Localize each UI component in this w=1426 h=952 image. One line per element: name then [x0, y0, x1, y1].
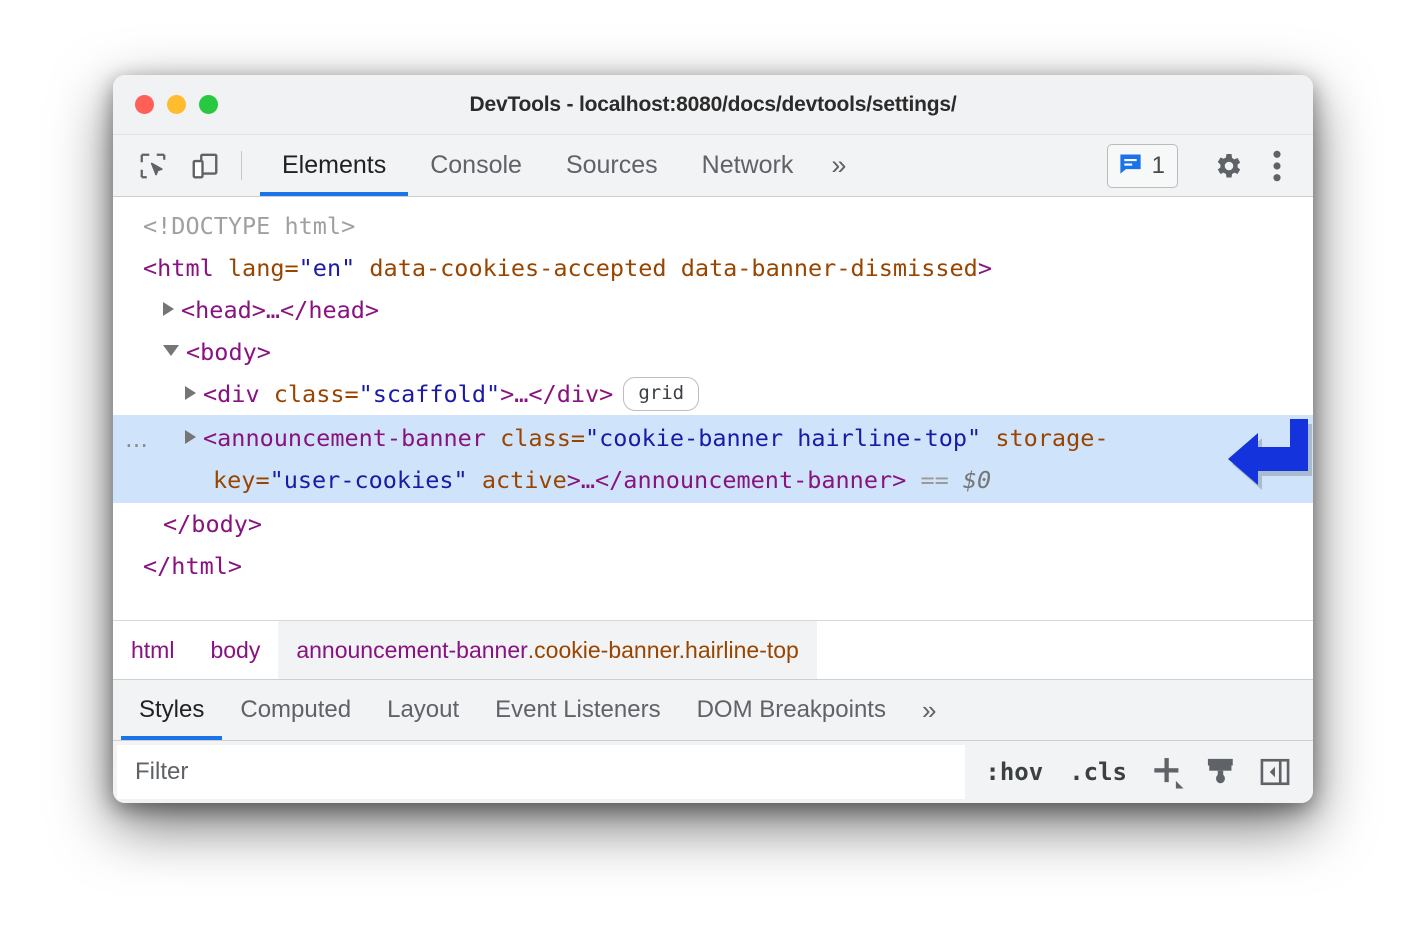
dom-line-body-close[interactable]: </body>	[113, 503, 1313, 545]
chevron-down-icon	[1176, 781, 1184, 789]
breadcrumb-item-announcement-banner-tag: announcement-banner	[296, 637, 527, 664]
dom-line-selected-announcement-banner[interactable]: … <announcement-banner class="cookie-bann…	[113, 415, 1313, 503]
head-line-text: <head>…</head>	[181, 296, 379, 324]
console-issues-count: 1	[1152, 152, 1165, 180]
html-close-text: </html>	[143, 552, 242, 580]
breadcrumb-item-announcement-banner[interactable]: announcement-banner.cookie-banner.hairli…	[278, 621, 817, 679]
expand-triangle-icon[interactable]	[185, 430, 196, 444]
selected-class-attr: class=	[500, 424, 585, 452]
more-tabs-button[interactable]: »	[815, 135, 862, 196]
breadcrumb-item-announcement-banner-classes: .cookie-banner.hairline-top	[528, 637, 799, 664]
selected-dollar-zero: $0	[963, 466, 991, 494]
dom-tree-panel[interactable]: <!DOCTYPE html> <html lang="en" data-coo…	[113, 197, 1313, 620]
tab-console[interactable]: Console	[408, 135, 544, 196]
window-titlebar: DevTools - localhost:8080/docs/devtools/…	[113, 75, 1313, 135]
inspect-element-icon[interactable]	[127, 135, 179, 196]
toggle-element-state-button[interactable]: :hov	[975, 758, 1053, 786]
minimize-window-button[interactable]	[167, 95, 186, 114]
panel-tabs: Elements Console Sources Network »	[260, 135, 862, 196]
expand-triangle-icon[interactable]	[185, 386, 196, 400]
tab-computed[interactable]: Computed	[222, 680, 369, 740]
tab-elements-label: Elements	[282, 151, 386, 180]
selected-close-tag: >…</announcement-banner>	[567, 466, 907, 494]
breadcrumb-item-body-label: body	[210, 637, 260, 664]
html-tag-name: html	[157, 254, 214, 282]
html-lang-attr: lang	[228, 254, 285, 282]
devtools-main-toolbar: Elements Console Sources Network » 1	[113, 135, 1313, 197]
gear-icon[interactable]	[1203, 150, 1255, 182]
selected-class-value: "cookie-banner hairline-top"	[585, 424, 981, 452]
selected-storage-attr-part2: key=	[213, 466, 270, 494]
maximize-window-button[interactable]	[199, 95, 218, 114]
tab-event-listeners-label: Event Listeners	[495, 696, 660, 724]
expand-triangle-icon[interactable]	[163, 302, 174, 316]
tab-computed-label: Computed	[240, 696, 351, 724]
device-toolbar-icon[interactable]	[179, 135, 231, 196]
dom-line-html-close[interactable]: </html>	[113, 545, 1313, 587]
toggle-class-editor-button[interactable]: .cls	[1059, 758, 1137, 786]
window-title: DevTools - localhost:8080/docs/devtools/…	[113, 93, 1313, 117]
selected-storage-attr-part1: storage-	[995, 424, 1108, 452]
tab-dom-breakpoints-label: DOM Breakpoints	[697, 696, 886, 724]
tab-network[interactable]: Network	[680, 135, 816, 196]
breadcrumb-item-body[interactable]: body	[192, 621, 278, 679]
div-tag-rest: >…</div>	[500, 380, 613, 408]
paintbrush-icon[interactable]	[1197, 748, 1245, 796]
breadcrumb-item-html[interactable]: html	[113, 621, 192, 679]
selected-equals: ==	[920, 466, 948, 494]
dom-line-head[interactable]: <head>…</head>	[113, 289, 1313, 331]
node-more-options-icon[interactable]: …	[125, 419, 150, 461]
close-window-button[interactable]	[135, 95, 154, 114]
tab-console-label: Console	[430, 151, 522, 180]
tab-elements[interactable]: Elements	[260, 135, 408, 196]
styles-filter-bar: :hov .cls	[113, 741, 1313, 803]
chevron-double-right-icon: »	[831, 150, 846, 181]
selected-active-attr: active	[482, 466, 567, 494]
tab-styles[interactable]: Styles	[121, 680, 222, 740]
html-attr-cookies: data-cookies-accepted	[369, 254, 666, 282]
body-close-text: </body>	[163, 510, 262, 538]
div-class-attr: class=	[274, 380, 359, 408]
console-message-icon	[1117, 150, 1144, 182]
toolbar-divider	[241, 151, 242, 180]
traffic-lights	[135, 95, 218, 114]
dom-line-body-open[interactable]: <body>	[113, 331, 1313, 373]
div-tag-open: <div	[203, 380, 274, 408]
filter-bar-actions: :hov .cls	[965, 741, 1313, 803]
breadcrumb: html body announcement-banner.cookie-ban…	[113, 620, 1313, 679]
collapse-triangle-icon[interactable]	[163, 345, 179, 356]
dom-line-scaffold-div[interactable]: <div class="scaffold">…</div> grid	[113, 373, 1313, 415]
plus-icon[interactable]	[1143, 748, 1191, 796]
tab-dom-breakpoints[interactable]: DOM Breakpoints	[679, 680, 904, 740]
devtools-window: DevTools - localhost:8080/docs/devtools/…	[113, 75, 1313, 803]
selected-open-tag: <announcement-banner	[203, 424, 486, 452]
html-lang-value: "en"	[299, 254, 356, 282]
doctype-text: <!DOCTYPE html>	[143, 212, 355, 240]
toggle-sidebar-icon[interactable]	[1251, 748, 1299, 796]
body-open-text: <body>	[186, 338, 271, 366]
dom-line-html-open[interactable]: <html lang="en" data-cookies-accepted da…	[113, 247, 1313, 289]
tab-sources-label: Sources	[566, 151, 658, 180]
console-issues-button[interactable]: 1	[1107, 144, 1178, 188]
tab-sources[interactable]: Sources	[544, 135, 680, 196]
html-attr-banner: data-banner-dismissed	[681, 254, 978, 282]
tab-network-label: Network	[702, 151, 794, 180]
grid-badge[interactable]: grid	[623, 377, 699, 411]
chevron-double-right-icon: »	[922, 695, 936, 726]
tab-styles-label: Styles	[139, 696, 204, 724]
tab-layout[interactable]: Layout	[369, 680, 477, 740]
more-pane-tabs-button[interactable]: »	[904, 680, 954, 740]
kebab-menu-icon[interactable]	[1255, 150, 1299, 182]
breadcrumb-item-html-label: html	[131, 637, 174, 664]
filter-input[interactable]	[117, 745, 965, 799]
div-class-value: "scaffold"	[359, 380, 500, 408]
tab-layout-label: Layout	[387, 696, 459, 724]
dom-line-doctype[interactable]: <!DOCTYPE html>	[113, 205, 1313, 247]
tab-event-listeners[interactable]: Event Listeners	[477, 680, 678, 740]
screenshot-stage: DevTools - localhost:8080/docs/devtools/…	[0, 0, 1426, 952]
selected-storage-value: "user-cookies"	[270, 466, 468, 494]
toolbar-right-actions: 1	[1107, 135, 1313, 196]
styles-pane-tabs: Styles Computed Layout Event Listeners D…	[113, 679, 1313, 741]
